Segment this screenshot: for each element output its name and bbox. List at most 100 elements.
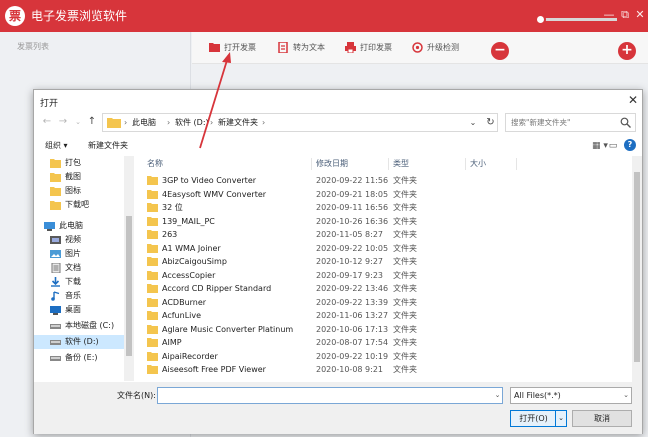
folder-icon bbox=[209, 43, 220, 52]
file-row[interactable]: AccessCopier 2020-09-17 9:23 文件夹 bbox=[135, 269, 631, 283]
nav-item[interactable]: 下载 bbox=[34, 275, 124, 289]
file-name: 32 位 bbox=[162, 203, 183, 212]
picture-icon bbox=[50, 250, 61, 258]
printer-icon bbox=[345, 42, 356, 53]
folder-icon bbox=[147, 216, 158, 226]
file-row[interactable]: Accord CD Ripper Standard 2020-09-22 13:4… bbox=[135, 282, 631, 296]
column-header-name[interactable]: 名称 bbox=[147, 156, 163, 172]
preview-pane-icon[interactable]: ▭ bbox=[606, 141, 620, 152]
breadcrumb-item[interactable]: 软件 (D:) bbox=[175, 117, 209, 129]
file-name: AIMP bbox=[162, 338, 182, 347]
nav-item[interactable]: 视频 bbox=[34, 233, 124, 247]
organize-menu[interactable]: 组织 ▾ bbox=[45, 140, 68, 152]
file-row[interactable]: Aiseesoft Free PDF Viewer 2020-10-08 9:21… bbox=[135, 363, 631, 377]
file-type: 文件夹 bbox=[393, 297, 417, 307]
address-bar[interactable]: › 此电脑 › 软件 (D:) › 新建文件夹 › bbox=[102, 113, 498, 132]
cancel-button[interactable]: 取消 bbox=[572, 410, 632, 427]
up-arrow-icon[interactable]: ↑ bbox=[85, 115, 99, 129]
nav-item[interactable]: 软件 (D:) bbox=[34, 335, 124, 349]
file-type: 文件夹 bbox=[393, 311, 417, 320]
file-list-scrollbar[interactable] bbox=[632, 156, 642, 382]
nav-item-label: 下载 bbox=[65, 277, 81, 286]
close-app-button[interactable]: ✕ bbox=[634, 8, 646, 22]
file-name: Aglare Music Converter Platinum bbox=[162, 324, 294, 334]
breadcrumb-item[interactable]: 新建文件夹 bbox=[218, 117, 258, 129]
help-icon[interactable]: ? bbox=[624, 139, 636, 151]
nav-item[interactable]: 图片 bbox=[34, 247, 124, 261]
nav-item-label: 下载吧 bbox=[65, 200, 89, 209]
nav-item[interactable]: 文档 bbox=[34, 261, 124, 275]
nav-pane-scrollbar[interactable] bbox=[124, 156, 134, 381]
folder-icon bbox=[50, 159, 61, 168]
nav-item[interactable]: 下载吧 bbox=[34, 198, 124, 212]
folder-icon bbox=[147, 351, 158, 361]
back-arrow-icon[interactable]: ← bbox=[40, 115, 54, 129]
file-row[interactable]: ACDBurner 2020-09-22 13:39 文件夹 bbox=[135, 296, 631, 310]
refresh-icon[interactable]: ↻ bbox=[483, 113, 498, 132]
file-row[interactable]: AipaiRecorder 2020-09-22 10:19 文件夹 bbox=[135, 350, 631, 364]
folder-icon bbox=[147, 338, 158, 347]
maximize-button[interactable]: ⧉ bbox=[619, 8, 631, 22]
file-row[interactable]: Aglare Music Converter Platinum 2020-10-0… bbox=[135, 323, 631, 337]
file-type-select[interactable]: All Files(*.*) ⌄ bbox=[510, 387, 632, 404]
app-title: 电子发票浏览软件 bbox=[31, 9, 128, 23]
nav-scroll-thumb[interactable] bbox=[126, 216, 132, 356]
new-folder-button[interactable]: 新建文件夹 bbox=[88, 140, 128, 152]
file-type: 文件夹 bbox=[393, 257, 417, 266]
nav-item[interactable]: 桌面 bbox=[34, 303, 124, 317]
video-icon bbox=[50, 236, 61, 244]
music-icon bbox=[51, 291, 60, 301]
nav-item[interactable]: 本地磁盘 (C:) bbox=[34, 319, 124, 333]
download-icon bbox=[51, 277, 60, 287]
zoom-in-button[interactable]: + bbox=[618, 42, 636, 60]
nav-item[interactable]: 备份 (E:) bbox=[34, 351, 124, 365]
breadcrumb-item[interactable]: 此电脑 bbox=[132, 117, 156, 129]
file-row[interactable]: 263 2020-11-05 8:27 文件夹 bbox=[135, 228, 631, 242]
file-type: 文件夹 bbox=[393, 176, 417, 185]
zoom-slider[interactable] bbox=[518, 14, 617, 25]
address-dropdown-icon[interactable]: ⌄ bbox=[467, 113, 479, 132]
file-row[interactable]: AcfunLive 2020-11-06 13:27 文件夹 bbox=[135, 309, 631, 323]
search-input[interactable]: 搜索"新建文件夹" bbox=[505, 113, 636, 132]
folder-icon bbox=[147, 311, 158, 320]
file-row[interactable]: 139_MAIL_PC 2020-10-26 16:36 文件夹 bbox=[135, 215, 631, 229]
file-date: 2020-09-22 11:56 bbox=[316, 176, 389, 185]
nav-item[interactable]: 音乐 bbox=[34, 289, 124, 303]
file-row[interactable]: 3GP to Video Converter 2020-09-22 11:56 文件… bbox=[135, 174, 631, 188]
file-row[interactable]: A1 WMA Joiner 2020-09-22 10:05 文件夹 bbox=[135, 242, 631, 256]
open-options-dropdown-icon[interactable]: ⌄ bbox=[555, 411, 566, 426]
file-row[interactable]: 4Easysoft WMV Converter 2020-09-21 18:05 文… bbox=[135, 188, 631, 202]
file-row[interactable]: AbizCaigouSimp 2020-10-12 9:27 文件夹 bbox=[135, 255, 631, 269]
column-header-type[interactable]: 类型 bbox=[393, 156, 409, 172]
nav-item[interactable]: 打包 bbox=[34, 156, 124, 170]
filename-dropdown-icon[interactable]: ⌄ bbox=[492, 387, 503, 404]
file-list-scroll-thumb[interactable] bbox=[634, 172, 640, 362]
file-name: 139_MAIL_PC bbox=[162, 216, 215, 226]
file-date: 2020-10-12 9:27 bbox=[316, 257, 383, 266]
filename-input[interactable] bbox=[157, 387, 503, 404]
nav-item-label: 视频 bbox=[65, 235, 81, 244]
column-header-size[interactable]: 大小 bbox=[470, 156, 486, 172]
file-type: 文件夹 bbox=[393, 351, 417, 361]
file-type: 文件夹 bbox=[393, 203, 417, 212]
recent-dropdown-icon[interactable]: ⌄ bbox=[71, 115, 85, 129]
folder-icon bbox=[147, 297, 158, 307]
zoom-slider-handle[interactable] bbox=[534, 14, 546, 25]
file-row[interactable]: 32 位 2020-09-11 16:56 文件夹 bbox=[135, 201, 631, 215]
nav-item-label: 本地磁盘 (C:) bbox=[65, 321, 115, 330]
open-button[interactable]: 打开(O) ⌄ bbox=[510, 410, 567, 427]
main-toolbar: 打开发票 转为文本 打印发票 升级检测 − + bbox=[192, 32, 648, 64]
zoom-out-button[interactable]: − bbox=[491, 42, 509, 60]
folder-icon bbox=[147, 270, 158, 280]
column-header-date[interactable]: 修改日期 bbox=[316, 156, 348, 172]
nav-item-label: 备份 (E:) bbox=[65, 353, 98, 362]
nav-item[interactable]: 此电脑 bbox=[34, 219, 124, 233]
file-date: 2020-09-22 13:39 bbox=[316, 297, 389, 307]
folder-icon bbox=[147, 365, 158, 374]
file-row[interactable]: AIMP 2020-08-07 17:54 文件夹 bbox=[135, 336, 631, 350]
nav-item[interactable]: 截图 bbox=[34, 170, 124, 184]
forward-arrow-icon[interactable]: → bbox=[56, 115, 70, 129]
file-type: 文件夹 bbox=[393, 243, 417, 253]
dialog-close-button[interactable]: ✕ bbox=[627, 93, 639, 107]
nav-item[interactable]: 图标 bbox=[34, 184, 124, 198]
